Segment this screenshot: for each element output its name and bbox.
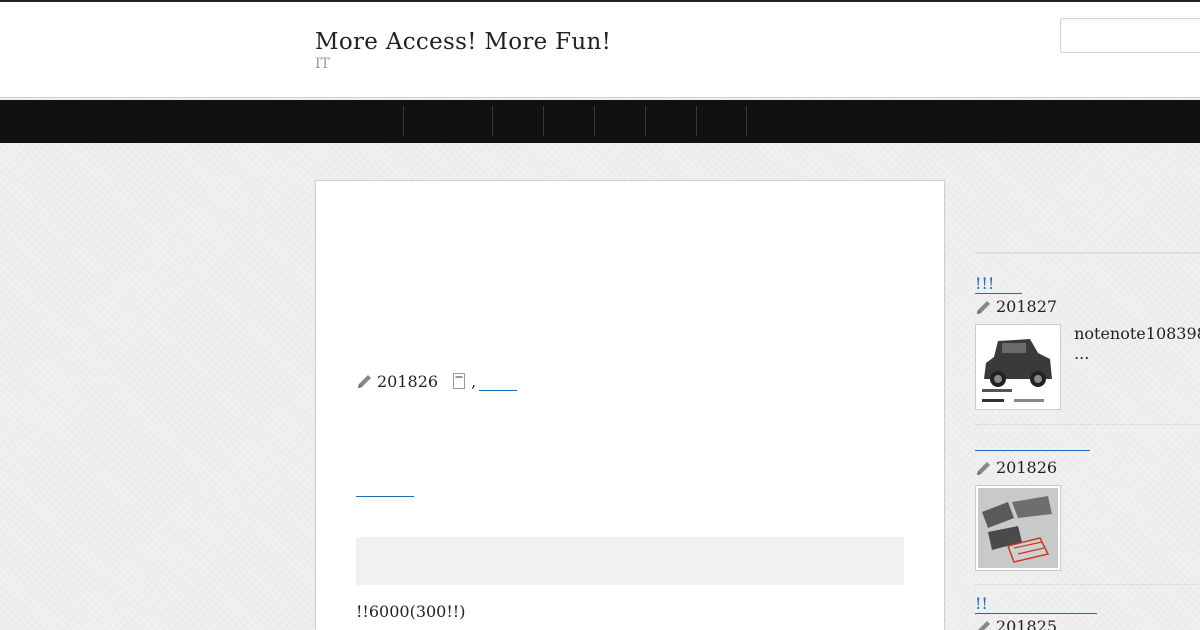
sidebar-entry-meta: 201826: [975, 458, 1200, 477]
sidebar-entry-title[interactable]: !!: [975, 594, 1097, 614]
pencil-icon: [977, 300, 990, 314]
post-card: 201826 , !!6000(300!!): [315, 180, 945, 630]
sidebar-entry: 201826: [975, 432, 1200, 571]
sidebar-separator: [975, 584, 1200, 585]
parts-thumbnail-graphic: [978, 488, 1058, 568]
sidebar-entry: !! 201825: [975, 594, 1200, 630]
sidebar-separator: [975, 424, 1200, 425]
site-title[interactable]: More Access! More Fun!: [315, 29, 611, 55]
nav-item-3[interactable]: [543, 106, 594, 136]
site-header: More Access! More Fun! IT: [0, 2, 1200, 98]
content-box: [356, 537, 904, 585]
car-thumbnail-image[interactable]: [975, 324, 1061, 410]
car-thumbnail-graphic: [978, 327, 1058, 407]
nav-item-1[interactable]: [403, 106, 492, 136]
nav-item-6[interactable]: [696, 106, 747, 136]
read-more-link[interactable]: [356, 477, 414, 497]
sidebar-entry-meta: 201827: [975, 297, 1200, 316]
sidebar-entry-excerpt: notenote108398 ...: [1074, 324, 1200, 364]
post-meta: 201826 ,: [356, 371, 518, 391]
sidebar-entry-title[interactable]: !!!: [975, 274, 1022, 294]
sidebar-divider: [975, 252, 1200, 254]
site-description: IT: [315, 56, 330, 72]
category-separator: ,: [471, 371, 477, 391]
category-icon: [453, 373, 466, 389]
post-date: 201826: [377, 371, 439, 391]
pencil-icon: [358, 375, 371, 388]
category-link[interactable]: [479, 371, 518, 391]
nav-item-2[interactable]: [492, 106, 543, 136]
sidebar-entry-date: 201826: [996, 458, 1058, 477]
excerpt-line-1: notenote108398: [1074, 324, 1200, 343]
sidebar: !!! 201827 notenote108398 ... 201826 !! …: [975, 252, 1200, 630]
nav-item-5[interactable]: [645, 106, 696, 136]
sidebar-entry-date: 201825: [996, 617, 1058, 630]
sidebar-entry-meta: 201825: [975, 617, 1200, 630]
sidebar-entry-title[interactable]: [975, 432, 1090, 451]
nav-bar: [0, 100, 1200, 143]
pencil-icon: [977, 620, 990, 630]
nav-item-4[interactable]: [594, 106, 645, 136]
post-body-text: !!6000(300!!): [356, 602, 466, 621]
pencil-icon: [977, 461, 990, 475]
search-input[interactable]: [1060, 18, 1200, 53]
sidebar-entry-date: 201827: [996, 297, 1058, 316]
excerpt-line-2: ...: [1074, 344, 1090, 363]
parts-thumbnail-image[interactable]: [975, 485, 1061, 571]
sidebar-entry: !!! 201827 notenote108398 ...: [975, 274, 1200, 410]
